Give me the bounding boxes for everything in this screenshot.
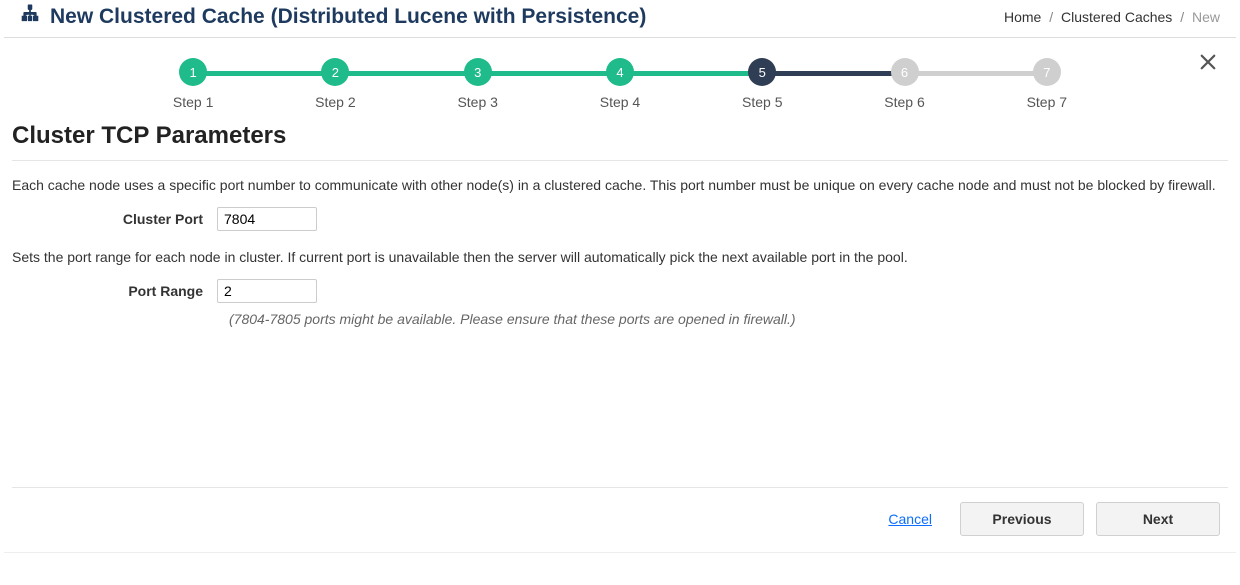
wizard-step-1[interactable]: 1 Step 1	[122, 58, 264, 110]
wizard-step-4[interactable]: 4 Step 4	[549, 58, 691, 110]
breadcrumb-clustered-caches[interactable]: Clustered Caches	[1061, 9, 1172, 25]
breadcrumb-home[interactable]: Home	[1004, 9, 1041, 25]
step-circle: 7	[1033, 58, 1061, 86]
step-label: Step 3	[407, 94, 549, 110]
cluster-port-label: Cluster Port	[12, 211, 217, 227]
page-header: New Clustered Cache (Distributed Lucene …	[0, 0, 1240, 37]
cluster-port-input[interactable]	[217, 207, 317, 231]
wizard-step-7[interactable]: 7 Step 7	[976, 58, 1118, 110]
wizard-panel: 1 Step 1 2 Step 2 3 Step 3 4 Step 4 5 Step 5 6 Step…	[4, 37, 1236, 553]
step-label: Step 6	[833, 94, 975, 110]
page-title: New Clustered Cache (Distributed Lucene …	[50, 5, 646, 29]
divider	[12, 160, 1228, 161]
wizard-step-2[interactable]: 2 Step 2	[264, 58, 406, 110]
step-label: Step 1	[122, 94, 264, 110]
wizard-footer: Cancel Previous Next	[12, 487, 1228, 540]
step-circle: 4	[606, 58, 634, 86]
wizard-step-5[interactable]: 5 Step 5	[691, 58, 833, 110]
wizard-step-6[interactable]: 6 Step 6	[833, 58, 975, 110]
step-label: Step 7	[976, 94, 1118, 110]
wizard-stepper: 1 Step 1 2 Step 2 3 Step 3 4 Step 4 5 Step 5 6 Step…	[122, 58, 1118, 110]
port-range-input[interactable]	[217, 279, 317, 303]
step-label: Step 5	[691, 94, 833, 110]
step-label: Step 2	[264, 94, 406, 110]
breadcrumb: Home / Clustered Caches / New	[1004, 9, 1220, 25]
breadcrumb-current: New	[1192, 9, 1220, 25]
port-range-description: Sets the port range for each node in clu…	[12, 249, 1228, 265]
sitemap-icon	[20, 4, 40, 29]
step-circle: 1	[179, 58, 207, 86]
close-icon[interactable]	[1198, 52, 1218, 77]
step-label: Step 4	[549, 94, 691, 110]
port-range-label: Port Range	[12, 283, 217, 299]
step-circle: 6	[891, 58, 919, 86]
section-title: Cluster TCP Parameters	[12, 122, 1228, 150]
step-circle: 2	[321, 58, 349, 86]
step-circle: 5	[748, 58, 776, 86]
wizard-step-3[interactable]: 3 Step 3	[407, 58, 549, 110]
cluster-port-row: Cluster Port	[12, 207, 1228, 231]
cancel-button[interactable]: Cancel	[888, 511, 932, 527]
next-button[interactable]: Next	[1096, 502, 1220, 536]
step-circle: 3	[464, 58, 492, 86]
cluster-port-description: Each cache node uses a specific port num…	[12, 177, 1228, 193]
port-range-row: Port Range	[12, 279, 1228, 303]
previous-button[interactable]: Previous	[960, 502, 1084, 536]
port-range-hint: (7804-7805 ports might be available. Ple…	[229, 311, 1228, 327]
